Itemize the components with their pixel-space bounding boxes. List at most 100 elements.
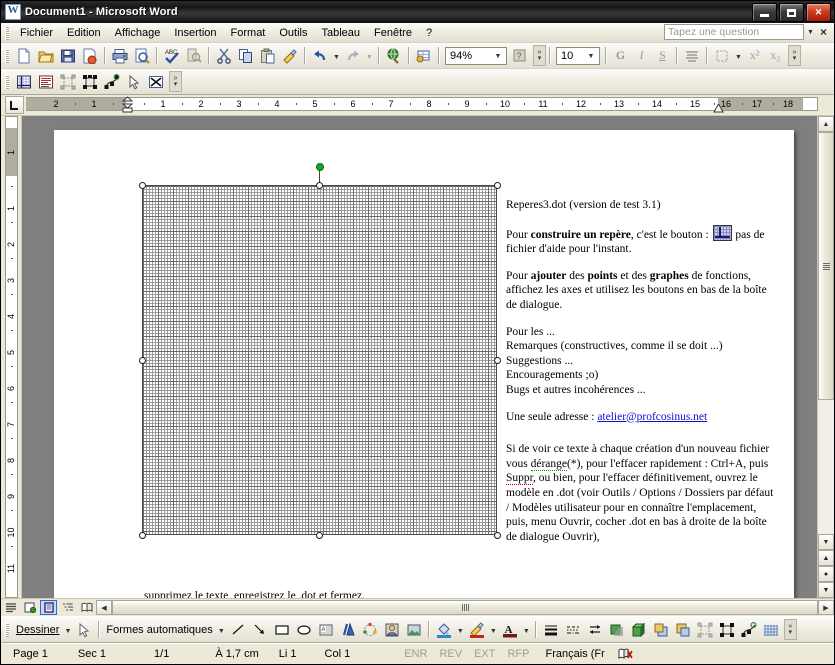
close-document-button[interactable]: × bbox=[817, 25, 830, 39]
close-button[interactable]: ✕ bbox=[806, 3, 831, 22]
status-rev[interactable]: REV bbox=[433, 648, 468, 660]
next-page-button[interactable]: ▼ bbox=[818, 582, 834, 598]
insert-grid-repere-icon[interactable] bbox=[13, 71, 35, 92]
reperes-toolbar-overflow-button[interactable]: » ▾ bbox=[169, 71, 182, 92]
resize-handle-s[interactable] bbox=[316, 532, 323, 539]
bold-button[interactable]: G bbox=[610, 46, 631, 66]
group-icon[interactable] bbox=[694, 619, 716, 640]
select-nodes-icon[interactable] bbox=[79, 71, 101, 92]
autoshapes-menu-arrow-icon[interactable]: ▼ bbox=[216, 619, 227, 640]
open-folder-icon[interactable] bbox=[35, 45, 57, 66]
resize-handle-sw[interactable] bbox=[139, 532, 146, 539]
menu-aide[interactable]: ? bbox=[419, 25, 439, 41]
tables-borders-icon[interactable] bbox=[413, 45, 435, 66]
font-size-dropdown-arrow-icon[interactable]: ▼ bbox=[585, 51, 597, 63]
autoshapes-menu-button[interactable]: Formes automatiques bbox=[103, 624, 215, 636]
scroll-left-arrow-icon[interactable]: ◀ bbox=[96, 600, 112, 615]
oval-icon[interactable] bbox=[293, 619, 315, 640]
scroll-down-arrow-icon[interactable]: ▼ bbox=[818, 534, 834, 550]
draw-menu-button[interactable]: Dessiner bbox=[13, 624, 62, 636]
delete-object-icon[interactable] bbox=[145, 71, 167, 92]
menu-outils[interactable]: Outils bbox=[272, 25, 314, 41]
rotation-handle[interactable] bbox=[316, 163, 324, 171]
select-browse-object-button[interactable]: ● bbox=[818, 566, 834, 582]
standard-toolbar-overflow-button[interactable]: » ▾ bbox=[533, 45, 546, 66]
underline-button[interactable]: S bbox=[652, 46, 673, 66]
print-preview-icon[interactable] bbox=[131, 45, 153, 66]
reperes-toolbar-grip[interactable] bbox=[5, 74, 9, 89]
text-frame-icon[interactable] bbox=[35, 71, 57, 92]
select-arrow-icon[interactable] bbox=[73, 619, 95, 640]
cut-scissors-icon[interactable] bbox=[213, 45, 235, 66]
left-indent-marker[interactable] bbox=[121, 96, 134, 113]
save-icon[interactable] bbox=[57, 45, 79, 66]
vertical-scroll-track[interactable] bbox=[818, 132, 834, 534]
align-justify-icon[interactable] bbox=[681, 45, 703, 66]
document-page[interactable]: Reperes3.dot (version de test 3.1) Pour … bbox=[54, 130, 794, 598]
right-indent-marker[interactable] bbox=[713, 104, 724, 113]
print-icon[interactable] bbox=[109, 45, 131, 66]
ask-a-question-box[interactable]: Tapez une question bbox=[664, 24, 805, 40]
reading-layout-view-icon[interactable] bbox=[78, 600, 95, 615]
bring-front-icon[interactable] bbox=[650, 619, 672, 640]
normal-view-icon[interactable] bbox=[2, 600, 19, 615]
line-icon[interactable] bbox=[227, 619, 249, 640]
fill-color-icon[interactable] bbox=[433, 619, 455, 640]
email-hyperlink[interactable]: atelier@profcosinus.net bbox=[597, 411, 707, 423]
formatting-toolbar-overflow-button[interactable]: » ▾ bbox=[788, 45, 801, 66]
threed-style-icon[interactable] bbox=[628, 619, 650, 640]
subscript-button[interactable]: x₂ bbox=[765, 46, 786, 66]
paste-icon[interactable] bbox=[257, 45, 279, 66]
resize-handle-w[interactable] bbox=[139, 357, 146, 364]
horizontal-ruler[interactable]: 2 1 1 2 3 4 5 6 7 8 9 10 11 12 13 14 15 … bbox=[26, 95, 818, 115]
resize-handle-n[interactable] bbox=[316, 182, 323, 189]
chevron-down-icon[interactable]: ▼ bbox=[807, 29, 814, 36]
wordart-icon[interactable] bbox=[337, 619, 359, 640]
scroll-up-arrow-icon[interactable]: ▲ bbox=[818, 116, 834, 132]
dash-style-icon[interactable] bbox=[562, 619, 584, 640]
zoom-dropdown-arrow-icon[interactable]: ▼ bbox=[492, 51, 504, 63]
outline-view-icon[interactable] bbox=[59, 600, 76, 615]
line-color-dropdown-arrow-icon[interactable]: ▼ bbox=[488, 619, 499, 640]
graph-paper-grid-object[interactable] bbox=[142, 185, 497, 535]
new-document-icon[interactable] bbox=[13, 45, 35, 66]
menu-fichier[interactable]: Fichier bbox=[13, 25, 60, 41]
resize-handle-e[interactable] bbox=[494, 357, 501, 364]
fill-color-dropdown-arrow-icon[interactable]: ▼ bbox=[455, 619, 466, 640]
web-layout-view-icon[interactable] bbox=[21, 600, 38, 615]
resize-handle-nw[interactable] bbox=[139, 182, 146, 189]
status-language[interactable]: Français (Fr bbox=[535, 648, 610, 660]
mail-recipient-icon[interactable] bbox=[79, 45, 101, 66]
draw-menu-arrow-icon[interactable]: ▼ bbox=[62, 619, 73, 640]
rectangle-icon[interactable] bbox=[271, 619, 293, 640]
group-objects-icon[interactable] bbox=[57, 71, 79, 92]
research-icon[interactable] bbox=[183, 45, 205, 66]
vertical-scrollbar[interactable]: ▲ ▼ ▲ ● ▼ bbox=[817, 116, 834, 598]
borders-dropdown-arrow-icon[interactable]: ▼ bbox=[733, 45, 744, 66]
text-box-icon[interactable]: A bbox=[315, 619, 337, 640]
standard-toolbar-grip[interactable] bbox=[5, 48, 9, 63]
redo-dropdown-arrow-icon[interactable]: ▼ bbox=[364, 45, 375, 66]
document-canvas[interactable]: Reperes3.dot (version de test 3.1) Pour … bbox=[22, 116, 817, 598]
zoom-combobox[interactable]: 94% ▼ bbox=[445, 46, 507, 65]
edit-points-icon[interactable] bbox=[101, 71, 123, 92]
superscript-button[interactable]: x² bbox=[744, 46, 765, 66]
horizontal-scroll-thumb[interactable] bbox=[112, 600, 818, 615]
resize-handle-se[interactable] bbox=[494, 532, 501, 539]
status-rfp[interactable]: RFP bbox=[501, 648, 535, 660]
maximize-button[interactable] bbox=[779, 3, 804, 22]
borders-icon[interactable] bbox=[711, 45, 733, 66]
resize-handle-ne[interactable] bbox=[494, 182, 501, 189]
redo-arrow-icon[interactable] bbox=[342, 45, 364, 66]
send-back-icon[interactable] bbox=[672, 619, 694, 640]
previous-page-button[interactable]: ▲ bbox=[818, 550, 834, 566]
font-size-combobox[interactable]: 10 ▼ bbox=[556, 46, 600, 65]
diagram-icon[interactable] bbox=[359, 619, 381, 640]
arrow-style-icon[interactable] bbox=[584, 619, 606, 640]
scroll-right-arrow-icon[interactable]: ▶ bbox=[818, 600, 834, 615]
arrow-icon[interactable] bbox=[249, 619, 271, 640]
menu-affichage[interactable]: Affichage bbox=[108, 25, 168, 41]
drawing-toolbar-grip[interactable] bbox=[5, 622, 9, 637]
menu-edition[interactable]: Edition bbox=[60, 25, 108, 41]
undo-arrow-icon[interactable] bbox=[309, 45, 331, 66]
